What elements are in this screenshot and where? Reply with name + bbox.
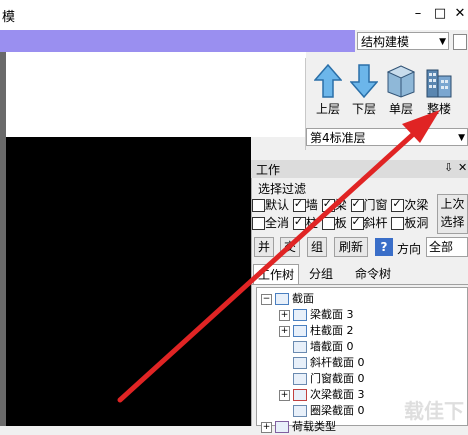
arrow-shaft <box>117 125 423 403</box>
watermark: 载佳下 <box>404 399 464 423</box>
annotation-arrow <box>117 110 440 403</box>
